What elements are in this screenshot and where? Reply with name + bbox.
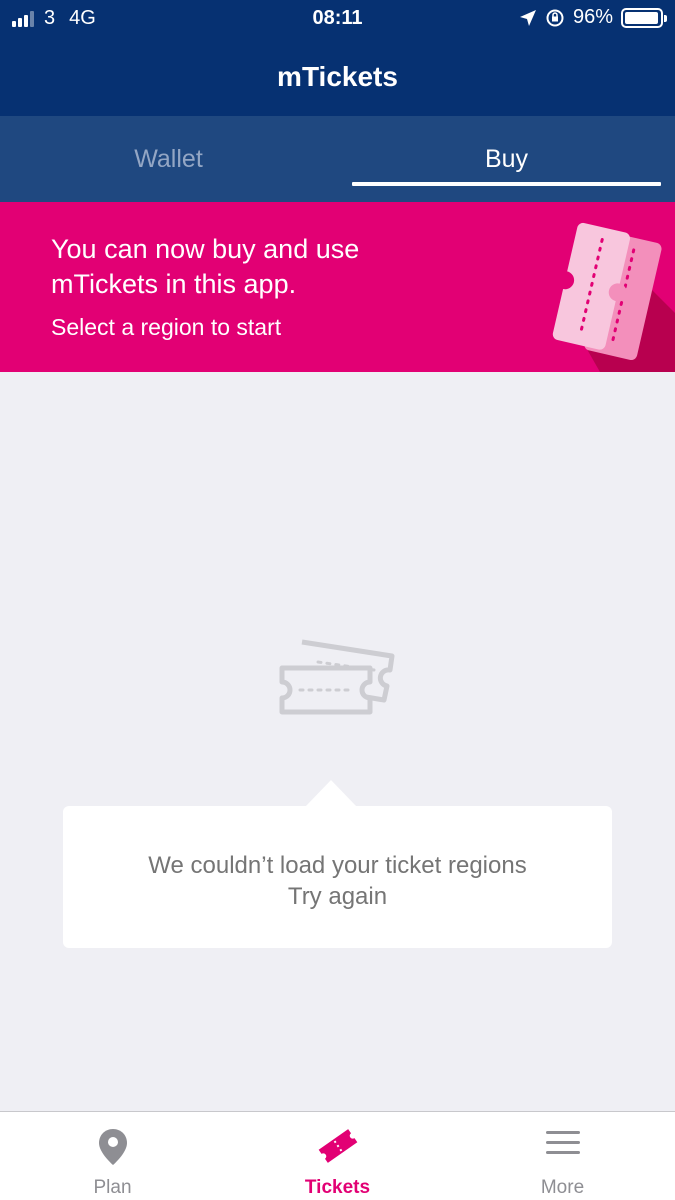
error-message-card: We couldn’t load your ticket regions Try… bbox=[63, 780, 612, 948]
promo-subtext: Select a region to start bbox=[51, 314, 282, 340]
nav-tickets[interactable]: Tickets bbox=[225, 1112, 450, 1200]
promo-headline: You can now buy and use mTickets in this… bbox=[51, 234, 360, 299]
tab-selected-indicator bbox=[352, 182, 661, 186]
bottom-navigation: Plan Tickets More bbox=[0, 1111, 675, 1200]
try-again-link[interactable]: Try again bbox=[63, 881, 612, 912]
nav-plan[interactable]: Plan bbox=[0, 1112, 225, 1200]
tab-wallet[interactable]: Wallet bbox=[0, 116, 337, 202]
map-pin-icon bbox=[98, 1129, 127, 1165]
tab-bar: Wallet Buy bbox=[0, 116, 675, 202]
nav-plan-label: Plan bbox=[93, 1177, 132, 1198]
app-header: mTickets bbox=[0, 38, 675, 116]
nav-tickets-label: Tickets bbox=[304, 1177, 371, 1198]
error-text: We couldn’t load your ticket regions Try… bbox=[63, 850, 612, 912]
page-title: mTickets bbox=[277, 61, 398, 92]
location-arrow-icon bbox=[519, 9, 536, 26]
error-message: We couldn’t load your ticket regions bbox=[148, 852, 527, 879]
battery-percentage: 96% bbox=[572, 6, 613, 28]
orientation-lock-icon bbox=[546, 9, 564, 26]
promo-banner: You can now buy and use mTickets in this… bbox=[0, 202, 675, 372]
status-bar: 3 4G 08:11 96% bbox=[0, 0, 675, 38]
status-right: 96% bbox=[519, 6, 667, 29]
menu-icon bbox=[545, 1131, 580, 1154]
ticket-icon bbox=[318, 1129, 357, 1163]
tab-buy[interactable]: Buy bbox=[338, 116, 675, 202]
tickets-illustration bbox=[552, 222, 675, 372]
nav-more[interactable]: More bbox=[450, 1112, 675, 1200]
battery-icon bbox=[621, 7, 667, 28]
tickets-placeholder-icon bbox=[279, 639, 395, 715]
nav-more-label: More bbox=[540, 1177, 585, 1198]
